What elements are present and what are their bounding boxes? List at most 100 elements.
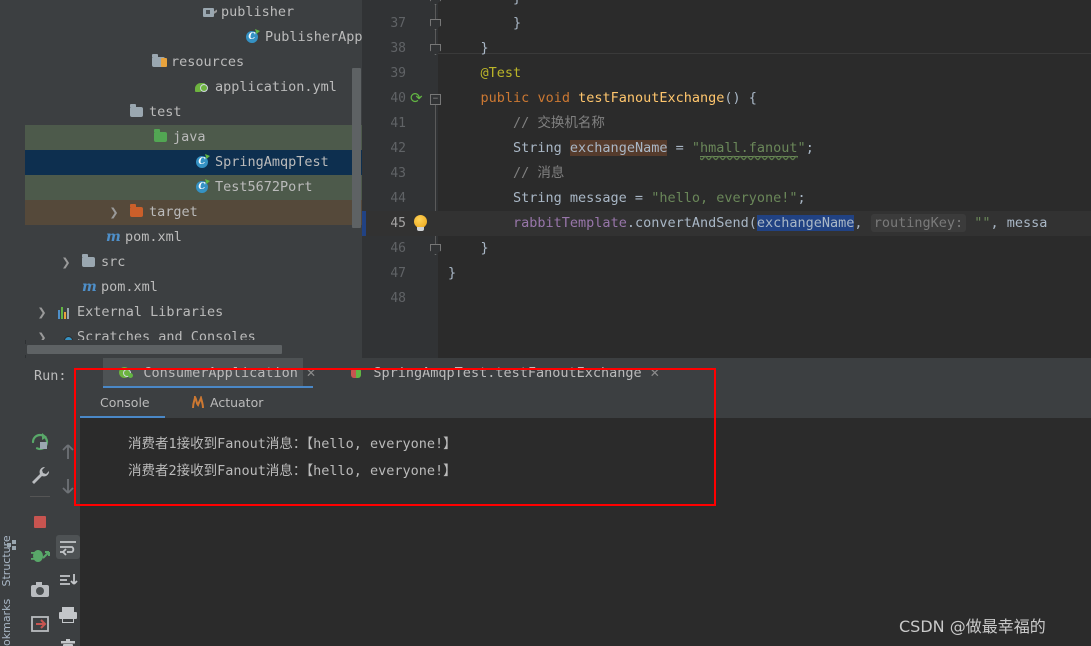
line-number: 43 bbox=[390, 166, 406, 181]
run-configuration-tabbar: Run: ConsumerApplication ✕ SpringAmqpTes… bbox=[25, 358, 1091, 388]
tree-item-target[interactable]: ❯ target bbox=[25, 200, 370, 225]
tree-item-test5672port[interactable]: C Test5672Port bbox=[25, 175, 370, 200]
tree-item-application-yml[interactable]: application.yml bbox=[25, 75, 370, 100]
debug-attach-icon[interactable] bbox=[28, 544, 52, 568]
actuator-icon bbox=[190, 390, 206, 409]
code-text: } bbox=[448, 40, 489, 56]
editor-line-44[interactable]: 44 String message = "hello, everyone!"; bbox=[362, 186, 1091, 211]
line-number: 40 bbox=[390, 91, 406, 106]
line-number: 37 bbox=[390, 16, 406, 31]
tree-item-src[interactable]: ❯ src bbox=[25, 250, 370, 275]
test-class-icon: C bbox=[195, 175, 211, 200]
tree-item-java[interactable]: ❯java bbox=[25, 125, 370, 150]
bookmarks-label: okmarks bbox=[0, 598, 13, 646]
rerun-icon[interactable] bbox=[28, 430, 52, 454]
editor-line-42[interactable]: 42 String exchangeName = "hmall.fanout"; bbox=[362, 136, 1091, 161]
tree-item-external-libraries[interactable]: ❯ External Libraries bbox=[25, 300, 370, 325]
package-icon bbox=[201, 0, 217, 25]
arrow-down-icon[interactable] bbox=[56, 474, 80, 498]
intention-bulb-icon[interactable] bbox=[414, 215, 427, 231]
tree-item-resources[interactable]: ❯resources bbox=[25, 50, 370, 75]
fold-end-marker[interactable] bbox=[430, 19, 441, 30]
content-tab-actuator[interactable]: Actuator bbox=[190, 388, 263, 417]
structure-glyph-a bbox=[7, 543, 11, 547]
close-icon[interactable]: ✕ bbox=[650, 366, 660, 380]
content-tab-console[interactable]: Console bbox=[100, 388, 150, 417]
maven-icon: m bbox=[106, 229, 121, 245]
chevron-right-icon[interactable]: ❯ bbox=[59, 250, 73, 275]
chevron-right-icon[interactable]: ❯ bbox=[35, 325, 49, 340]
close-icon[interactable]: ✕ bbox=[306, 366, 316, 380]
fold-end-marker[interactable] bbox=[430, 244, 441, 255]
editor-line-47[interactable]: 47} bbox=[362, 261, 1091, 286]
fold-collapse-marker[interactable]: − bbox=[430, 94, 441, 105]
line-number: 46 bbox=[390, 241, 406, 256]
line-number: 47 bbox=[390, 266, 406, 281]
editor-line-43[interactable]: 43 // 消息 bbox=[362, 161, 1091, 186]
tree-item-pom-xml[interactable]: m pom.xml bbox=[25, 225, 370, 250]
run-toolbar-secondary bbox=[55, 388, 80, 646]
run-tab-consumerapplication[interactable]: ConsumerApplication ✕ bbox=[103, 358, 316, 388]
line-number: 41 bbox=[390, 116, 406, 131]
run-tab-springamqptest-testfanoutexchange[interactable]: SpringAmqpTest.testFanoutExchange ✕ bbox=[335, 358, 705, 388]
fold-end-marker[interactable] bbox=[430, 44, 441, 55]
tree-item-label: resources bbox=[171, 54, 245, 70]
folder-icon bbox=[129, 100, 145, 125]
export-icon[interactable] bbox=[28, 612, 52, 636]
resources-folder-icon bbox=[151, 50, 167, 75]
tree-item-label: PublisherApp bbox=[265, 29, 363, 45]
tree-item-label: pom.xml bbox=[101, 279, 158, 295]
code-text: } bbox=[448, 240, 489, 256]
editor-line-41[interactable]: 41 // 交换机名称 bbox=[362, 111, 1091, 136]
editor-line-40[interactable]: 40 − ⟳ public void testFanoutExchange() { bbox=[362, 86, 1091, 111]
code-text: } bbox=[448, 265, 457, 281]
run-tool-window: Run: ConsumerApplication ✕ SpringAmqpTes… bbox=[25, 358, 1091, 646]
test-source-folder-icon bbox=[153, 125, 169, 150]
line-number: 42 bbox=[390, 141, 406, 156]
run-panel-title: Run: bbox=[34, 368, 67, 384]
scratches-icon: >_ bbox=[57, 325, 73, 340]
tree-item-test[interactable]: ❯test bbox=[25, 100, 370, 125]
tree-item-label: Test5672Port bbox=[215, 179, 313, 195]
console-line: 消费者1接收到Fanout消息：【hello, everyone!】 bbox=[128, 436, 457, 452]
tool-window-button-bookmarks[interactable]: okmarks bbox=[0, 588, 25, 646]
project-tree-horizontal-scrollbar-thumb[interactable] bbox=[27, 345, 282, 354]
run-tab-label: ConsumerApplication bbox=[143, 365, 298, 381]
line-number: 48 bbox=[390, 291, 406, 306]
arrow-up-icon[interactable] bbox=[56, 440, 80, 464]
junit-run-icon bbox=[351, 367, 365, 379]
print-icon[interactable] bbox=[56, 603, 80, 627]
editor-line-45[interactable]: 45 rabbitTemplate.convertAndSend(exchang… bbox=[362, 211, 1091, 236]
console-output[interactable]: 消费者1接收到Fanout消息：【hello, everyone!】 消费者2接收… bbox=[80, 418, 1091, 646]
tree-item-publisher[interactable]: ❯publisher bbox=[25, 0, 370, 25]
spring-class-icon: C bbox=[245, 25, 261, 50]
editor-line-39[interactable]: 39 @Test bbox=[362, 61, 1091, 86]
settings-wrench-icon[interactable] bbox=[28, 464, 52, 488]
code-text: String exchangeName = "hmall.fanout"; bbox=[448, 140, 814, 157]
tree-item-springamqptest[interactable]: C SpringAmqpTest bbox=[25, 150, 370, 175]
chevron-right-icon[interactable]: ❯ bbox=[107, 200, 121, 225]
code-text: } bbox=[448, 15, 522, 31]
editor-line-38[interactable]: 38 } bbox=[362, 36, 1091, 61]
editor-line-46[interactable]: 46 } bbox=[362, 236, 1091, 261]
tree-item-publisherapp[interactable]: C PublisherApp bbox=[25, 25, 370, 50]
line-number: 44 bbox=[390, 191, 406, 206]
editor-line[interactable]: } bbox=[362, 0, 1091, 11]
trash-icon[interactable] bbox=[56, 637, 80, 646]
chevron-right-icon[interactable]: ❯ bbox=[35, 300, 49, 325]
soft-wrap-icon[interactable] bbox=[56, 535, 80, 559]
tree-item-pom-xml[interactable]: m pom.xml bbox=[25, 275, 370, 300]
tree-item-label: application.yml bbox=[215, 79, 337, 95]
project-tree[interactable]: ❯publisherCPublisherApp❯resourcesapplica… bbox=[25, 0, 370, 340]
camera-icon[interactable] bbox=[28, 578, 52, 602]
tree-item-scratches-and-consoles[interactable]: ❯ >_ Scratches and Consoles bbox=[25, 325, 370, 340]
editor-line-48[interactable]: 48 bbox=[362, 286, 1091, 311]
tree-item-label: pom.xml bbox=[125, 229, 182, 245]
project-tree-vertical-scrollbar[interactable] bbox=[352, 68, 361, 228]
scroll-to-end-icon[interactable] bbox=[56, 569, 80, 593]
stop-icon[interactable] bbox=[28, 510, 52, 534]
editor-line-37[interactable]: 37 } bbox=[362, 11, 1091, 36]
fold-end-marker[interactable] bbox=[430, 0, 441, 5]
code-editor[interactable]: }37 }38 }39 @Test40−⟳ public void testFa… bbox=[362, 0, 1091, 358]
run-test-icon[interactable]: ⟳ bbox=[410, 91, 425, 106]
